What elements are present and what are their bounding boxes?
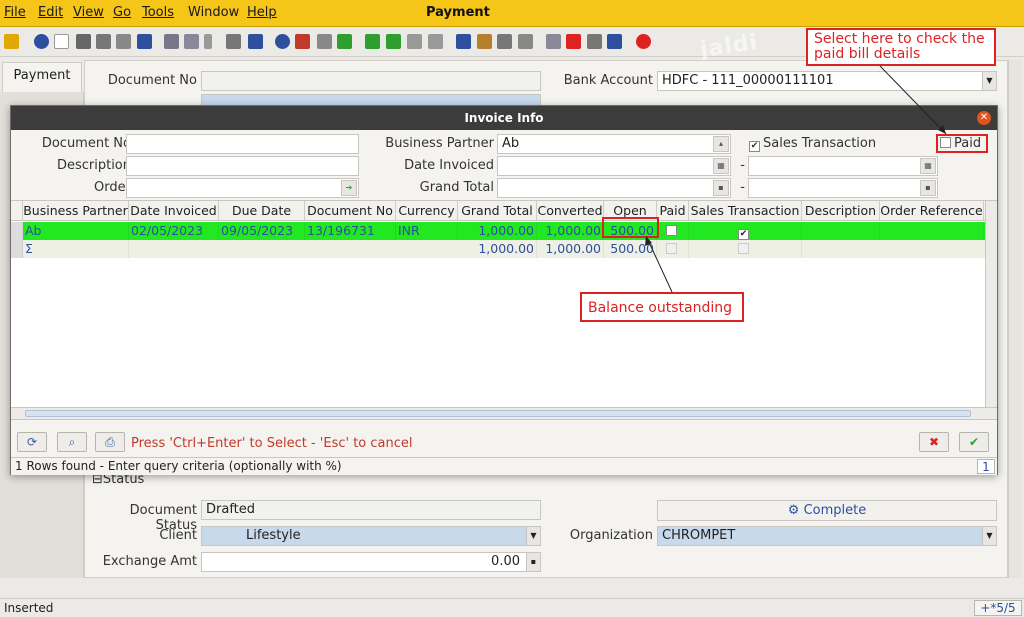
paid-arrow [879, 65, 947, 135]
balance-arrowhead [645, 236, 652, 246]
annotation-arrows [645, 65, 947, 293]
balance-arrow [647, 239, 673, 293]
